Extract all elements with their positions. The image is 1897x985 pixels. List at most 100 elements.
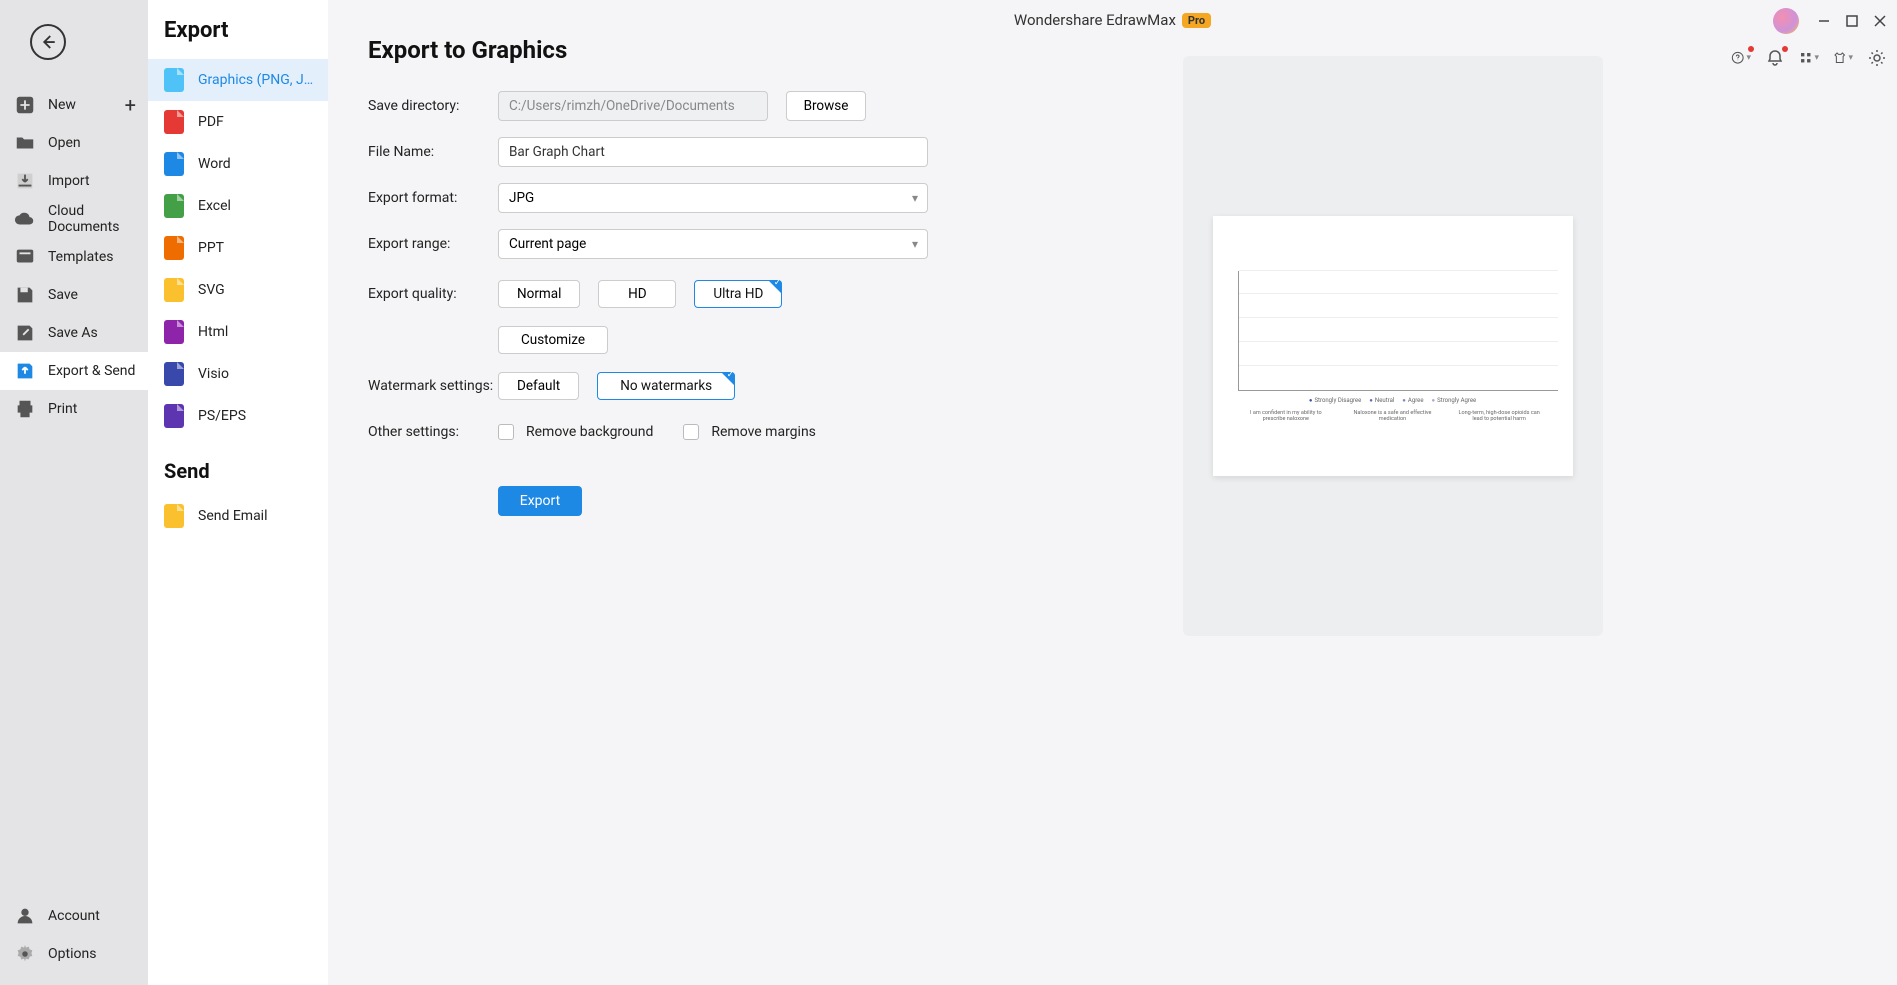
maximize-button[interactable] xyxy=(1845,14,1859,28)
nav-label: Open xyxy=(48,135,81,151)
export-heading: Export xyxy=(148,18,328,59)
back-button[interactable] xyxy=(30,24,66,60)
format-label: Excel xyxy=(198,198,231,214)
user-icon xyxy=(14,905,36,927)
format-label: PDF xyxy=(198,114,224,130)
format-send-email[interactable]: Send Email xyxy=(148,495,328,537)
nav-cloud-documents[interactable]: Cloud Documents xyxy=(0,200,148,238)
remove-margins-label: Remove margins xyxy=(711,424,816,440)
format-pseps[interactable]: PS/EPS xyxy=(148,395,328,437)
visio-icon xyxy=(164,362,184,386)
format-excel[interactable]: Excel xyxy=(148,185,328,227)
nav-new[interactable]: New + xyxy=(0,86,148,124)
nav-label: Print xyxy=(48,401,77,417)
gear-icon xyxy=(14,943,36,965)
apps-icon[interactable]: ▾ xyxy=(1799,48,1819,68)
avatar[interactable] xyxy=(1773,8,1799,34)
format-label: SVG xyxy=(198,282,225,298)
settings-icon[interactable] xyxy=(1867,48,1887,68)
watermark-none[interactable]: No watermarks xyxy=(597,372,735,400)
format-svg[interactable]: SVG xyxy=(148,269,328,311)
nav-import[interactable]: Import xyxy=(0,162,148,200)
nav-save[interactable]: Save xyxy=(0,276,148,314)
nav-account[interactable]: Account xyxy=(0,897,148,935)
select-value: JPG xyxy=(498,183,928,213)
format-ppt[interactable]: PPT xyxy=(148,227,328,269)
title-bar: Wondershare EdrawMax Pro xyxy=(328,0,1897,40)
close-button[interactable] xyxy=(1873,14,1887,28)
excel-icon xyxy=(164,194,184,218)
app-title: Wondershare EdrawMax xyxy=(1014,11,1176,29)
secondary-toolbar: ▾ ▾ ▾ xyxy=(1731,48,1887,68)
file-name-label: File Name: xyxy=(368,144,498,160)
ppt-icon xyxy=(164,236,184,260)
folder-icon xyxy=(14,132,36,154)
format-label: PS/EPS xyxy=(198,408,246,424)
nav-label: New xyxy=(48,97,76,113)
format-graphics[interactable]: Graphics (PNG, JPG et... xyxy=(148,59,328,101)
plus-square-icon xyxy=(14,94,36,116)
quality-ultra-hd[interactable]: Ultra HD xyxy=(694,280,782,308)
save-icon xyxy=(14,284,36,306)
email-icon xyxy=(164,504,184,528)
other-settings-label: Other settings: xyxy=(368,424,498,440)
bell-icon[interactable] xyxy=(1765,48,1785,68)
quality-normal[interactable]: Normal xyxy=(498,280,580,308)
format-label: Send Email xyxy=(198,508,268,524)
remove-background-checkbox[interactable] xyxy=(498,424,514,440)
nav-label: Templates xyxy=(48,249,114,265)
watermark-default[interactable]: Default xyxy=(498,372,579,400)
page-title: Export to Graphics xyxy=(368,36,928,64)
help-icon[interactable]: ▾ xyxy=(1731,48,1751,68)
nav-templates[interactable]: Templates xyxy=(0,238,148,276)
format-pdf[interactable]: PDF xyxy=(148,101,328,143)
nav-label: Options xyxy=(48,946,96,962)
nav-open[interactable]: Open xyxy=(0,124,148,162)
export-format-select[interactable]: JPG xyxy=(498,183,928,213)
format-label: Graphics (PNG, JPG et... xyxy=(198,72,318,88)
preview-background: Strongly DisagreeNeutralAgreeStrongly Ag… xyxy=(1183,56,1603,636)
save-directory-input[interactable] xyxy=(498,91,768,121)
export-sidebar: Export Graphics (PNG, JPG et... PDF Word… xyxy=(148,0,328,985)
save-as-icon xyxy=(14,322,36,344)
export-range-select[interactable]: Current page xyxy=(498,229,928,259)
word-icon xyxy=(164,152,184,176)
window-controls xyxy=(1773,8,1887,34)
format-html[interactable]: Html xyxy=(148,311,328,353)
export-range-label: Export range: xyxy=(368,236,498,252)
select-value: Current page xyxy=(498,229,928,259)
export-button[interactable]: Export xyxy=(498,486,582,516)
nav-save-as[interactable]: Save As xyxy=(0,314,148,352)
quality-hd[interactable]: HD xyxy=(598,280,676,308)
template-icon xyxy=(14,246,36,268)
graphics-icon xyxy=(164,68,184,92)
minimize-button[interactable] xyxy=(1817,14,1831,28)
svg-icon xyxy=(164,278,184,302)
nav-label: Save xyxy=(48,287,78,303)
format-label: PPT xyxy=(198,240,224,256)
primary-nav: New + Open Import Cloud Documents Templa… xyxy=(0,0,148,985)
export-icon xyxy=(14,360,36,382)
quality-customize[interactable]: Customize xyxy=(498,326,608,354)
pdf-icon xyxy=(164,110,184,134)
tshirt-icon[interactable]: ▾ xyxy=(1833,48,1853,68)
nav-print[interactable]: Print xyxy=(0,390,148,428)
format-visio[interactable]: Visio xyxy=(148,353,328,395)
preview-chart xyxy=(1238,271,1558,391)
format-label: Visio xyxy=(198,366,229,382)
send-heading: Send xyxy=(148,437,328,495)
nav-label: Save As xyxy=(48,325,98,341)
nav-export-send[interactable]: Export & Send xyxy=(0,352,148,390)
format-word[interactable]: Word xyxy=(148,143,328,185)
plus-icon[interactable]: + xyxy=(125,93,136,117)
pro-badge: Pro xyxy=(1182,13,1211,28)
file-name-input[interactable] xyxy=(498,137,928,167)
remove-margins-checkbox[interactable] xyxy=(683,424,699,440)
html-icon xyxy=(164,320,184,344)
nav-options[interactable]: Options xyxy=(0,935,148,973)
export-form-area: Export to Graphics Save directory: Brows… xyxy=(328,0,1897,985)
browse-button[interactable]: Browse xyxy=(786,91,866,121)
print-icon xyxy=(14,398,36,420)
export-format-label: Export format: xyxy=(368,190,498,206)
nav-label: Cloud Documents xyxy=(48,203,148,235)
